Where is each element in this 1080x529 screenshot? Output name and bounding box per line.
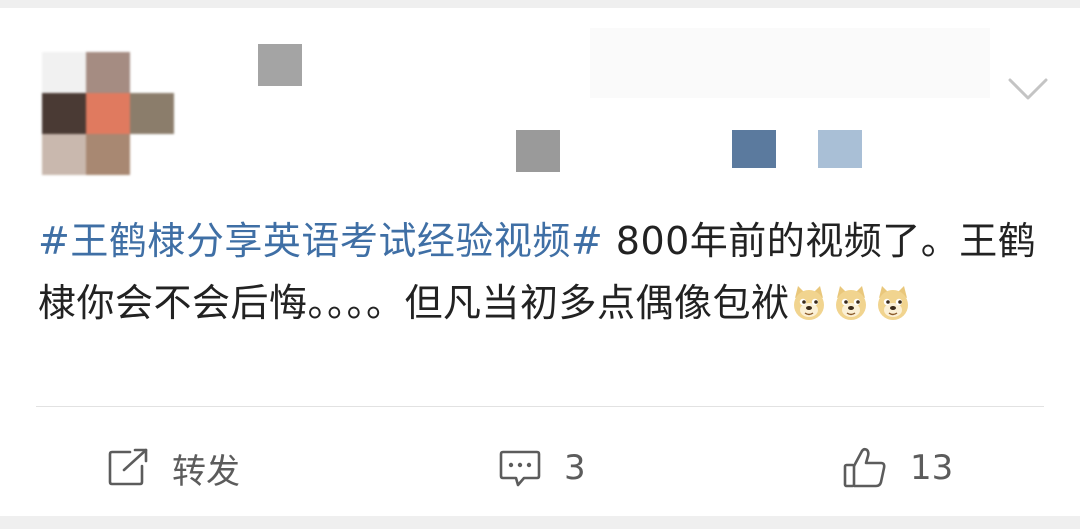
like-count: 13 <box>910 448 954 488</box>
doge-emoji-group <box>790 281 916 325</box>
chevron-down-icon[interactable] <box>1006 74 1050 104</box>
hashtag-link[interactable]: #王鹤棣分享英语考试经验视频# <box>38 219 603 263</box>
thumbs-up-icon <box>843 447 886 488</box>
post-body: #王鹤棣分享英语考试经验视频# 800年前的视频了。王鹤棣你会不会后悔。。。。但… <box>38 210 1048 334</box>
blurred-meta-1 <box>516 130 560 172</box>
share-square-icon <box>108 448 148 486</box>
comment-bubble-icon <box>499 450 541 487</box>
blurred-meta-4 <box>590 28 990 98</box>
repost-label: 转发 <box>172 451 240 492</box>
avatar[interactable] <box>42 52 174 176</box>
doge-emoji-icon <box>877 286 908 320</box>
action-bar: 转发 3 13 <box>0 438 1080 498</box>
blurred-username[interactable] <box>258 44 302 86</box>
doge-emoji-icon <box>793 286 824 320</box>
divider <box>36 406 1044 407</box>
post-card: #王鹤棣分享英语考试经验视频# 800年前的视频了。王鹤棣你会不会后悔。。。。但… <box>0 8 1080 516</box>
comment-count: 3 <box>564 448 586 488</box>
comment-button[interactable]: 3 <box>498 438 586 498</box>
like-button[interactable]: 13 <box>842 438 953 498</box>
blurred-meta-2 <box>732 130 776 168</box>
blurred-meta-3 <box>818 130 862 168</box>
doge-emoji-icon <box>835 286 866 320</box>
repost-button[interactable]: 转发 <box>106 438 240 498</box>
bottom-separator <box>0 516 1080 529</box>
